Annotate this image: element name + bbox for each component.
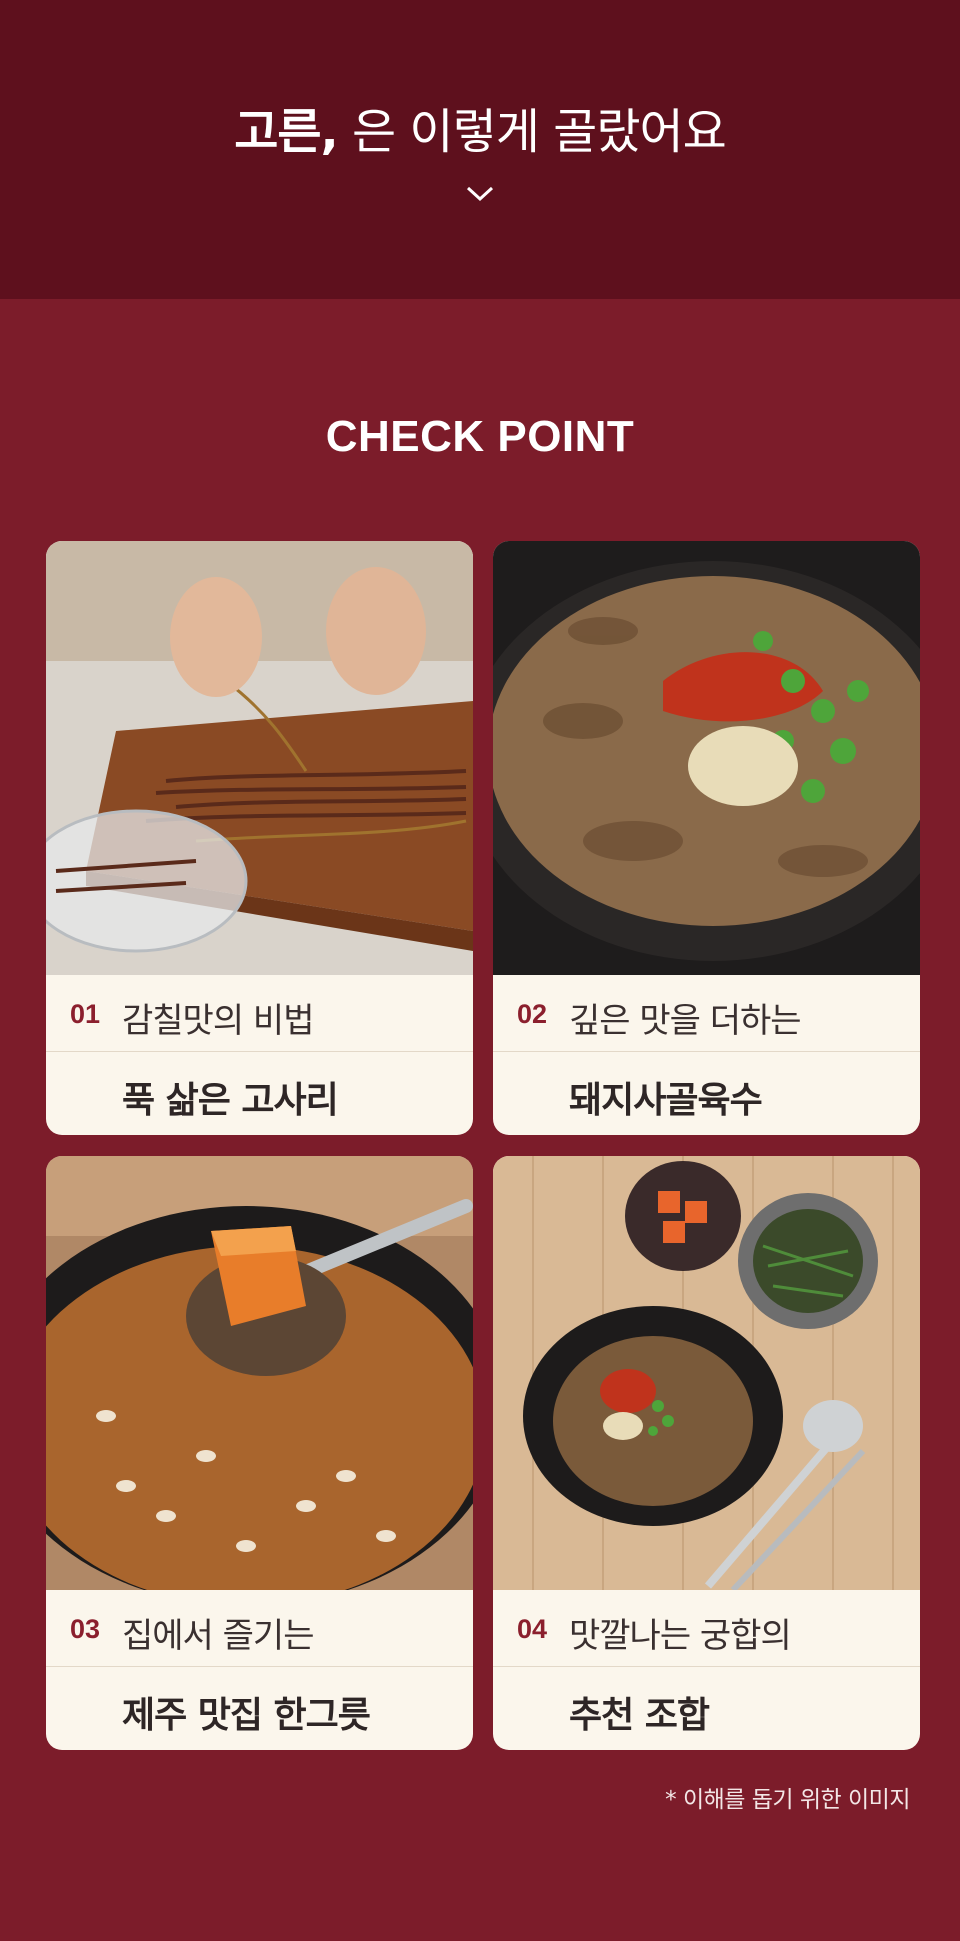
card-subtitle: 맛깔나는 궁합의	[569, 1616, 792, 1656]
card-number: 04	[517, 1614, 548, 1644]
card-subtitle-row: 04 맛깔나는 궁합의	[493, 1590, 920, 1667]
card-title: 추천 조합	[569, 1695, 710, 1736]
card-subtitle-row: 01 감칠맛의 비법	[46, 975, 473, 1052]
card-title: 돼지사골육수	[569, 1080, 763, 1121]
brand-name: 고른,	[234, 104, 339, 160]
image-disclaimer: * 이해를 돕기 위한 이미지	[665, 1787, 910, 1813]
card-subtitle: 감칠맛의 비법	[122, 1001, 314, 1041]
card-subtitle: 깊은 맛을 더하는	[569, 1001, 802, 1041]
fern-preparation-photo	[46, 541, 473, 975]
card-subtitle-row: 03 집에서 즐기는	[46, 1590, 473, 1667]
soup-bowl-photo	[493, 541, 920, 975]
checkpoint-card-3: 03 집에서 즐기는 제주 맛집 한그릇	[46, 1156, 473, 1750]
card-title: 제주 맛집 한그릇	[122, 1695, 371, 1736]
card-subtitle-row: 02 깊은 맛을 더하는	[493, 975, 920, 1052]
checkpoint-card-1: 01 감칠맛의 비법 푹 삶은 고사리	[46, 541, 473, 1135]
header-banner: 고른, 은 이렇게 골랐어요	[0, 0, 960, 299]
checkpoint-card-4: 04 맛깔나는 궁합의 추천 조합	[493, 1156, 920, 1750]
card-number: 03	[70, 1614, 101, 1644]
checkpoint-card-2: 02 깊은 맛을 더하는 돼지사골육수	[493, 541, 920, 1135]
card-number: 02	[517, 999, 548, 1029]
card-number: 01	[70, 999, 101, 1029]
section-title: CHECK POINT	[325, 412, 635, 461]
card-title: 푹 삶은 고사리	[122, 1080, 339, 1121]
chevron-down-icon	[466, 186, 494, 202]
header-title-rest: 은 이렇게 골랐어요	[337, 104, 727, 160]
spoon-with-kimchi-photo	[46, 1156, 473, 1590]
card-subtitle: 집에서 즐기는	[122, 1616, 314, 1656]
table-setting-photo	[493, 1156, 920, 1590]
header-title: 고른, 은 이렇게 골랐어요	[0, 92, 960, 162]
